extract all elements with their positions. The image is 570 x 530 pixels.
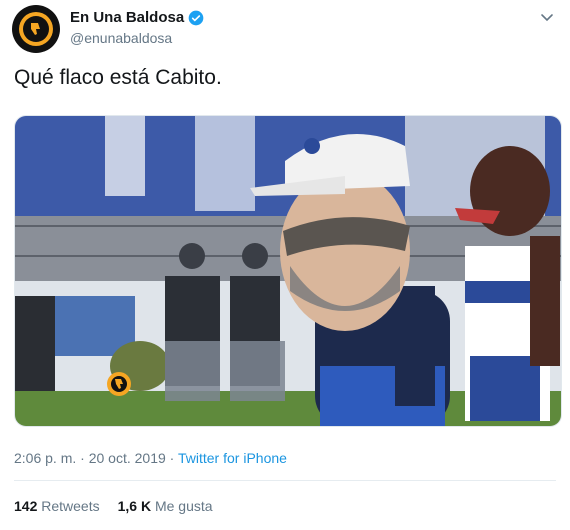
name-row: En Una Baldosa — [70, 9, 204, 26]
tweet-stats: 142 Retweets 1,6 K Me gusta — [14, 498, 213, 514]
meta-separator: · — [76, 450, 89, 466]
account-handle[interactable]: @enunabaldosa — [70, 30, 172, 46]
meta-separator: · — [165, 450, 178, 466]
retweets-stat[interactable]: 142 Retweets — [14, 498, 100, 514]
thumbs-down-logo-icon — [23, 16, 49, 42]
retweets-label: Retweets — [41, 498, 100, 514]
tweet-date[interactable]: 20 oct. 2019 — [89, 450, 166, 466]
likes-count: 1,6 K — [117, 498, 152, 514]
retweets-count: 142 — [14, 498, 38, 514]
verified-badge-icon — [188, 10, 204, 25]
avatar-ring — [19, 12, 53, 46]
tweet-source-link[interactable]: Twitter for iPhone — [178, 450, 287, 466]
tweet-meta: 2:06 p. m. · 20 oct. 2019 · Twitter for … — [14, 450, 287, 466]
tweet-media-photo[interactable] — [14, 115, 562, 427]
avatar[interactable] — [12, 5, 60, 53]
chevron-down-icon[interactable] — [540, 10, 554, 24]
tweet-text: Qué flaco está Cabito. — [14, 66, 222, 89]
likes-label: Me gusta — [154, 498, 213, 514]
display-name[interactable]: En Una Baldosa — [70, 9, 184, 26]
tweet-time[interactable]: 2:06 p. m. — [14, 450, 76, 466]
divider — [14, 480, 556, 481]
likes-stat[interactable]: 1,6 K Me gusta — [118, 498, 213, 514]
